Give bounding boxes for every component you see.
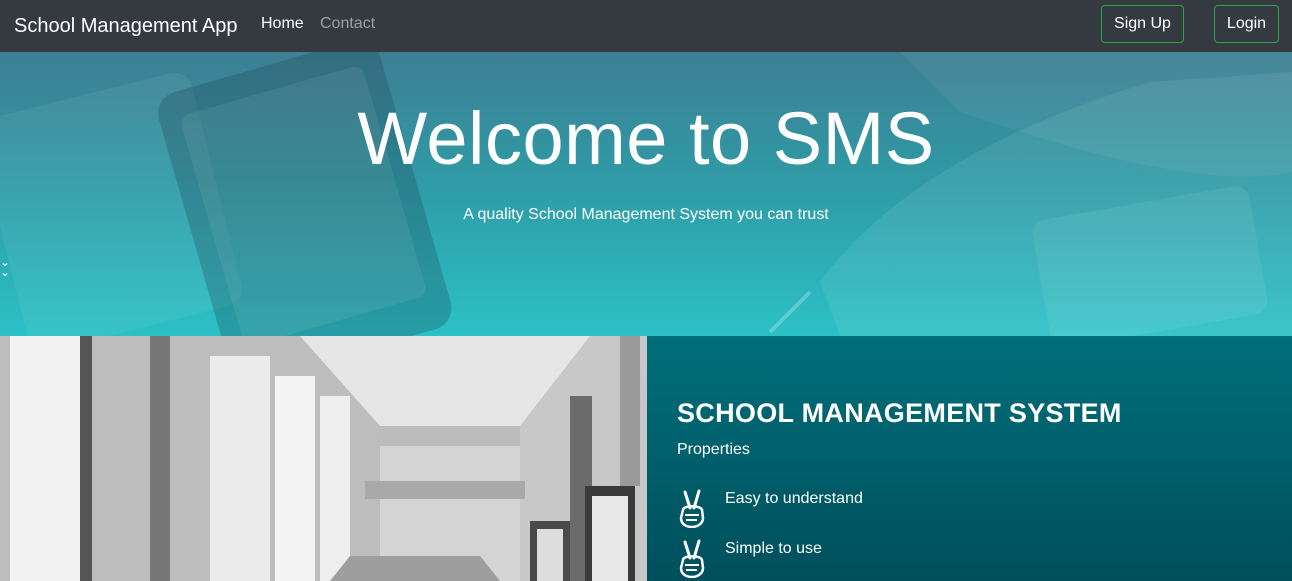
hero-title: Welcome to SMS [357,97,935,180]
sign-up-button[interactable]: Sign Up [1101,5,1184,43]
info-panel: SCHOOL MANAGEMENT SYSTEM Properties Easy… [647,336,1292,581]
feature-item: Easy to understand [675,488,863,528]
brand-title[interactable]: School Management App [14,15,238,38]
info-subtitle: Properties [677,441,750,458]
victory-hand-icon [679,539,705,578]
nav-link-home[interactable]: Home [261,15,304,33]
victory-hand-icon [679,489,705,528]
hero-background-image [0,52,1292,336]
info-title: SCHOOL MANAGEMENT SYSTEM [677,398,1122,428]
feature-label: Simple to use [725,540,822,557]
feature-label: Easy to understand [725,490,863,507]
hero-banner: Welcome to SMS A quality School Manageme… [0,52,1292,336]
nav-link-contact[interactable]: Contact [320,15,375,33]
corridor-image [0,336,647,581]
double-chevron-down-icon[interactable]: ⌄ ⌄ [0,256,10,278]
login-button[interactable]: Login [1214,5,1279,43]
feature-item: Simple to use [675,538,822,578]
hero-subtitle: A quality School Management System you c… [463,206,829,223]
navbar: School Management App Home Contact Sign … [0,0,1292,52]
